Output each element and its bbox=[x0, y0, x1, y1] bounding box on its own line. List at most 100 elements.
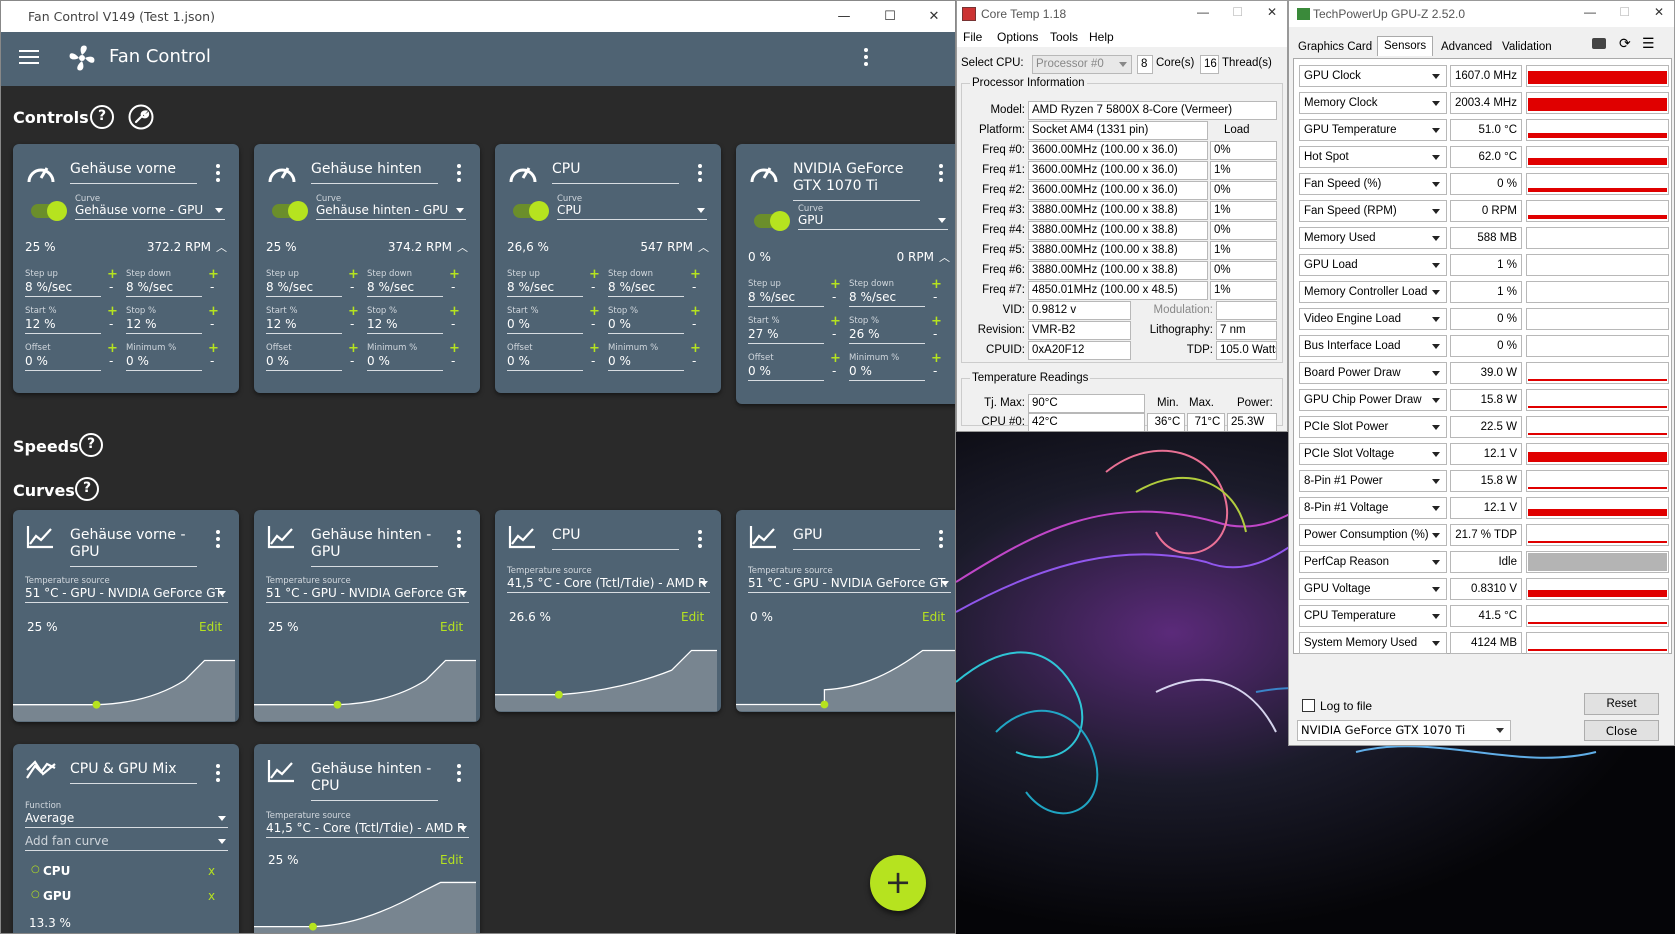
function-select[interactable]: Average bbox=[25, 811, 228, 828]
curve-select[interactable]: CPU bbox=[557, 203, 707, 220]
curve-card-menu-icon[interactable] bbox=[215, 530, 221, 550]
start-decrease-button[interactable]: - bbox=[109, 317, 113, 331]
tab-graphics-card[interactable]: Graphics Card bbox=[1292, 39, 1378, 55]
control-enable-toggle[interactable] bbox=[31, 201, 67, 221]
sensor-name-select[interactable]: Power Consumption (%) bbox=[1299, 524, 1447, 546]
stop-field[interactable]: 12 % bbox=[367, 317, 443, 334]
curve-select[interactable]: Gehäuse hinten - GPU bbox=[316, 203, 466, 220]
step_up-decrease-button[interactable]: - bbox=[832, 290, 836, 304]
control-card-menu-icon[interactable] bbox=[215, 164, 221, 184]
offset-decrease-button[interactable]: - bbox=[591, 354, 595, 368]
hamburger-menu-icon[interactable] bbox=[19, 50, 39, 64]
control-enable-toggle[interactable] bbox=[272, 201, 308, 221]
minimize-button[interactable]: — bbox=[1197, 5, 1209, 19]
sensor-name-select[interactable]: GPU Chip Power Draw bbox=[1299, 389, 1447, 411]
temperature-source-select[interactable]: 51 °C - GPU - NVIDIA GeForce GT. bbox=[266, 586, 469, 603]
control-card-menu-icon[interactable] bbox=[697, 164, 703, 184]
offset-field[interactable]: 0 % bbox=[25, 354, 101, 371]
close-button[interactable]: ✕ bbox=[915, 4, 953, 30]
start-decrease-button[interactable]: - bbox=[832, 327, 836, 341]
minimize-button[interactable]: — bbox=[1584, 5, 1596, 19]
menu-icon[interactable]: ☰ bbox=[1642, 35, 1655, 52]
step_up-field[interactable]: 8 %/sec bbox=[25, 280, 101, 297]
temperature-source-select[interactable]: 41,5 °C - Core (Tctl/Tdie) - AMD R bbox=[507, 576, 710, 593]
edit-curve-button[interactable]: Edit bbox=[922, 610, 945, 624]
close-button[interactable]: ✕ bbox=[1267, 5, 1277, 19]
curve-card-2[interactable]: CPU Temperature source 41,5 °C - Core (T… bbox=[495, 510, 721, 712]
log-to-file-checkbox[interactable] bbox=[1302, 699, 1315, 712]
sensor-name-select[interactable]: Fan Speed (%) bbox=[1299, 173, 1447, 195]
step_down-decrease-button[interactable]: - bbox=[451, 280, 455, 294]
tab-advanced[interactable]: Advanced bbox=[1435, 39, 1498, 55]
maximize-button[interactable]: ☐ bbox=[871, 4, 909, 30]
temperature-source-select[interactable]: 41,5 °C - Core (Tctl/Tdie) - AMD R bbox=[266, 821, 469, 838]
sensor-name-select[interactable]: PCIe Slot Voltage bbox=[1299, 443, 1447, 465]
step_down-field[interactable]: 8 %/sec bbox=[367, 280, 443, 297]
mix-curve-card[interactable]: CPU & GPU Mix Function Average Add fan c… bbox=[13, 744, 239, 933]
curve-card-0[interactable]: Gehäuse vorne - GPU Temperature source 5… bbox=[13, 510, 239, 722]
start-field[interactable]: 12 % bbox=[266, 317, 342, 334]
stop-decrease-button[interactable]: - bbox=[692, 317, 696, 331]
step_down-decrease-button[interactable]: - bbox=[933, 290, 937, 304]
control-card-menu-icon[interactable] bbox=[456, 164, 462, 184]
step_down-field[interactable]: 8 %/sec bbox=[849, 290, 925, 307]
menu-options[interactable]: Options bbox=[997, 30, 1038, 44]
refresh-icon[interactable]: ⟳ bbox=[1619, 35, 1631, 52]
processor-select[interactable]: Processor #0 bbox=[1032, 55, 1132, 74]
step_up-decrease-button[interactable]: - bbox=[591, 280, 595, 294]
add-fan-curve-select[interactable]: Add fan curve bbox=[25, 834, 228, 851]
minimum-field[interactable]: 0 % bbox=[367, 354, 443, 371]
step_up-decrease-button[interactable]: - bbox=[109, 280, 113, 294]
sensor-name-select[interactable]: Memory Used bbox=[1299, 227, 1447, 249]
offset-decrease-button[interactable]: - bbox=[832, 364, 836, 378]
controls-help-icon[interactable]: ? bbox=[90, 105, 114, 129]
offset-field[interactable]: 0 % bbox=[266, 354, 342, 371]
close-button[interactable]: ✕ bbox=[1654, 5, 1664, 19]
step_up-field[interactable]: 8 %/sec bbox=[748, 290, 824, 307]
minimum-field[interactable]: 0 % bbox=[608, 354, 684, 371]
edit-curve-button[interactable]: Edit bbox=[440, 620, 463, 634]
curve-card-menu-icon[interactable] bbox=[456, 530, 462, 550]
sensor-name-select[interactable]: GPU Load bbox=[1299, 254, 1447, 276]
remove-cpu-button[interactable]: x bbox=[208, 864, 215, 878]
edit-curve-button[interactable]: Edit bbox=[681, 610, 704, 624]
collapse-chevron-icon[interactable]: ︿ bbox=[457, 239, 468, 255]
minimum-decrease-button[interactable]: - bbox=[451, 354, 455, 368]
step_up-decrease-button[interactable]: - bbox=[350, 280, 354, 294]
menu-help[interactable]: Help bbox=[1089, 30, 1114, 44]
step_down-field[interactable]: 8 %/sec bbox=[126, 280, 202, 297]
mix-card-menu-icon[interactable] bbox=[215, 764, 221, 784]
control-card-menu-icon[interactable] bbox=[938, 164, 944, 184]
start-field[interactable]: 27 % bbox=[748, 327, 824, 344]
gpu-select[interactable]: NVIDIA GeForce GTX 1070 Ti bbox=[1297, 720, 1511, 741]
close-dialog-button[interactable]: Close bbox=[1584, 720, 1659, 741]
minimum-decrease-button[interactable]: - bbox=[692, 354, 696, 368]
start-field[interactable]: 0 % bbox=[507, 317, 583, 334]
menu-tools[interactable]: Tools bbox=[1050, 30, 1078, 44]
control-enable-toggle[interactable] bbox=[754, 211, 790, 231]
collapse-chevron-icon[interactable]: ︿ bbox=[939, 249, 950, 265]
start-field[interactable]: 12 % bbox=[25, 317, 101, 334]
wrench-icon[interactable] bbox=[128, 104, 154, 130]
control-card-3[interactable]: NVIDIA GeForce GTX 1070 Ti Curve GPU 0 %… bbox=[736, 144, 955, 404]
menu-file[interactable]: File bbox=[963, 30, 982, 44]
minimum-field[interactable]: 0 % bbox=[849, 364, 925, 381]
sensor-name-select[interactable]: Video Engine Load bbox=[1299, 308, 1447, 330]
minimum-decrease-button[interactable]: - bbox=[933, 364, 937, 378]
add-button[interactable]: + bbox=[870, 855, 926, 911]
sensor-name-select[interactable]: CPU Temperature bbox=[1299, 605, 1447, 627]
step_down-field[interactable]: 8 %/sec bbox=[608, 280, 684, 297]
sensor-name-select[interactable]: GPU Voltage bbox=[1299, 578, 1447, 600]
curve-card-menu-icon[interactable] bbox=[938, 530, 944, 550]
sensor-name-select[interactable]: Fan Speed (RPM) bbox=[1299, 200, 1447, 222]
speeds-help-icon[interactable]: ? bbox=[79, 433, 103, 457]
step_down-decrease-button[interactable]: - bbox=[692, 280, 696, 294]
minimum-decrease-button[interactable]: - bbox=[210, 354, 214, 368]
start-decrease-button[interactable]: - bbox=[591, 317, 595, 331]
offset-decrease-button[interactable]: - bbox=[350, 354, 354, 368]
control-card-1[interactable]: Gehäuse hinten Curve Gehäuse hinten - GP… bbox=[254, 144, 480, 393]
control-card-0[interactable]: Gehäuse vorne Curve Gehäuse vorne - GPU … bbox=[13, 144, 239, 393]
stop-decrease-button[interactable]: - bbox=[210, 317, 214, 331]
sensor-name-select[interactable]: Bus Interface Load bbox=[1299, 335, 1447, 357]
temperature-source-select[interactable]: 51 °C - GPU - NVIDIA GeForce GT. bbox=[748, 576, 951, 593]
